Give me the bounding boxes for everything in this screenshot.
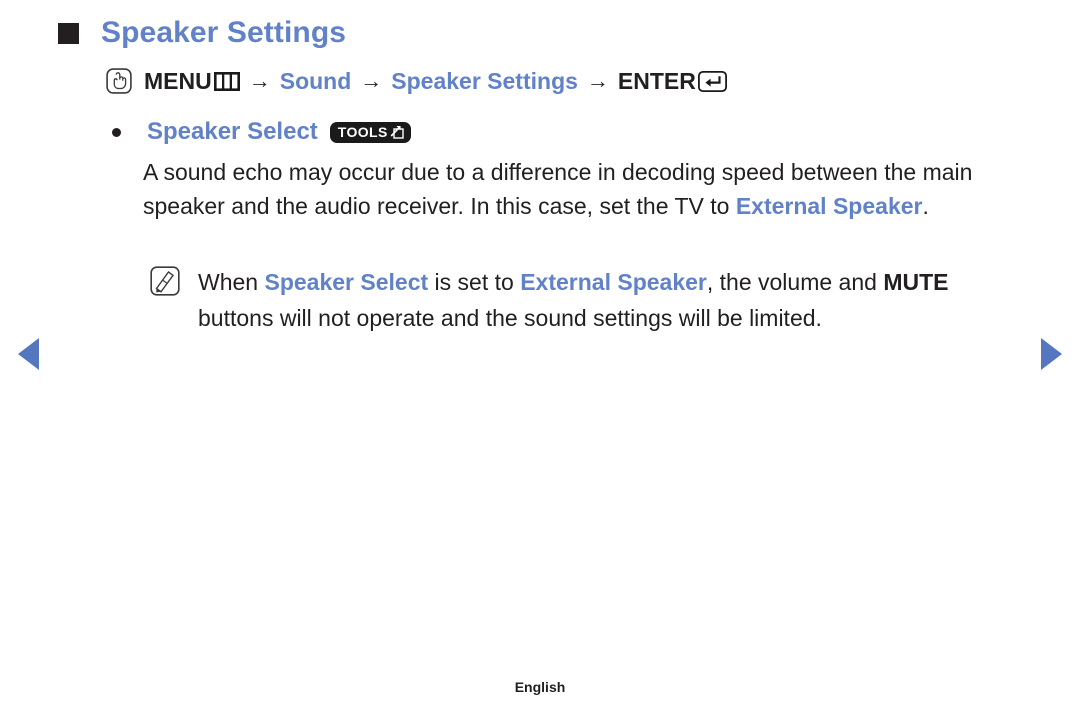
body-highlight-external-speaker: External Speaker	[735, 193, 923, 219]
previous-page-arrow[interactable]	[18, 338, 39, 370]
path-arrow-3: →	[586, 68, 609, 93]
note-text-part3: , the volume and	[706, 269, 884, 295]
tools-arrow-icon	[390, 125, 404, 139]
menu-path: MENU → Sound → Speaker Settings → ENTER	[106, 68, 727, 94]
note-text: When Speaker Select is set to External S…	[198, 264, 1030, 336]
round-bullet-icon	[112, 127, 121, 137]
note-text-part2: is set to	[428, 269, 521, 295]
hand-touch-icon	[106, 68, 144, 94]
menu-step-sound: Sound	[279, 67, 352, 94]
tools-badge: TOOLS	[329, 121, 411, 143]
next-page-arrow[interactable]	[1041, 338, 1062, 370]
speaker-select-label: Speaker Select	[147, 118, 318, 145]
note-pencil-icon	[150, 264, 180, 296]
path-arrow-1: →	[248, 68, 271, 93]
menu-step-speaker-settings: Speaker Settings	[391, 67, 578, 94]
body-text-part2: .	[922, 193, 929, 219]
note-text-part1: When	[198, 269, 265, 295]
note-highlight-external-speaker: External Speaker	[520, 269, 707, 295]
note-text-part4: buttons will not operate and the sound s…	[198, 305, 822, 331]
note-highlight-speaker-select: Speaker Select	[264, 269, 429, 295]
footer-language: English	[514, 679, 566, 695]
note-block: When Speaker Select is set to External S…	[150, 264, 1030, 336]
body-paragraph: A sound echo may occur due to a differen…	[143, 155, 1023, 223]
tools-badge-label: TOOLS	[337, 124, 388, 140]
square-bullet-icon	[58, 22, 79, 44]
path-arrow-2: →	[360, 68, 383, 93]
menu-bars-icon	[212, 71, 240, 91]
enter-return-icon	[696, 70, 727, 92]
note-strong-mute: MUTE	[883, 269, 949, 295]
page-title-row: Speaker Settings	[58, 18, 346, 48]
speaker-select-item: Speaker Select TOOLS	[112, 120, 411, 144]
menu-label: MENU	[144, 67, 212, 94]
page-title: Speaker Settings	[101, 16, 347, 49]
enter-label: ENTER	[617, 67, 696, 94]
